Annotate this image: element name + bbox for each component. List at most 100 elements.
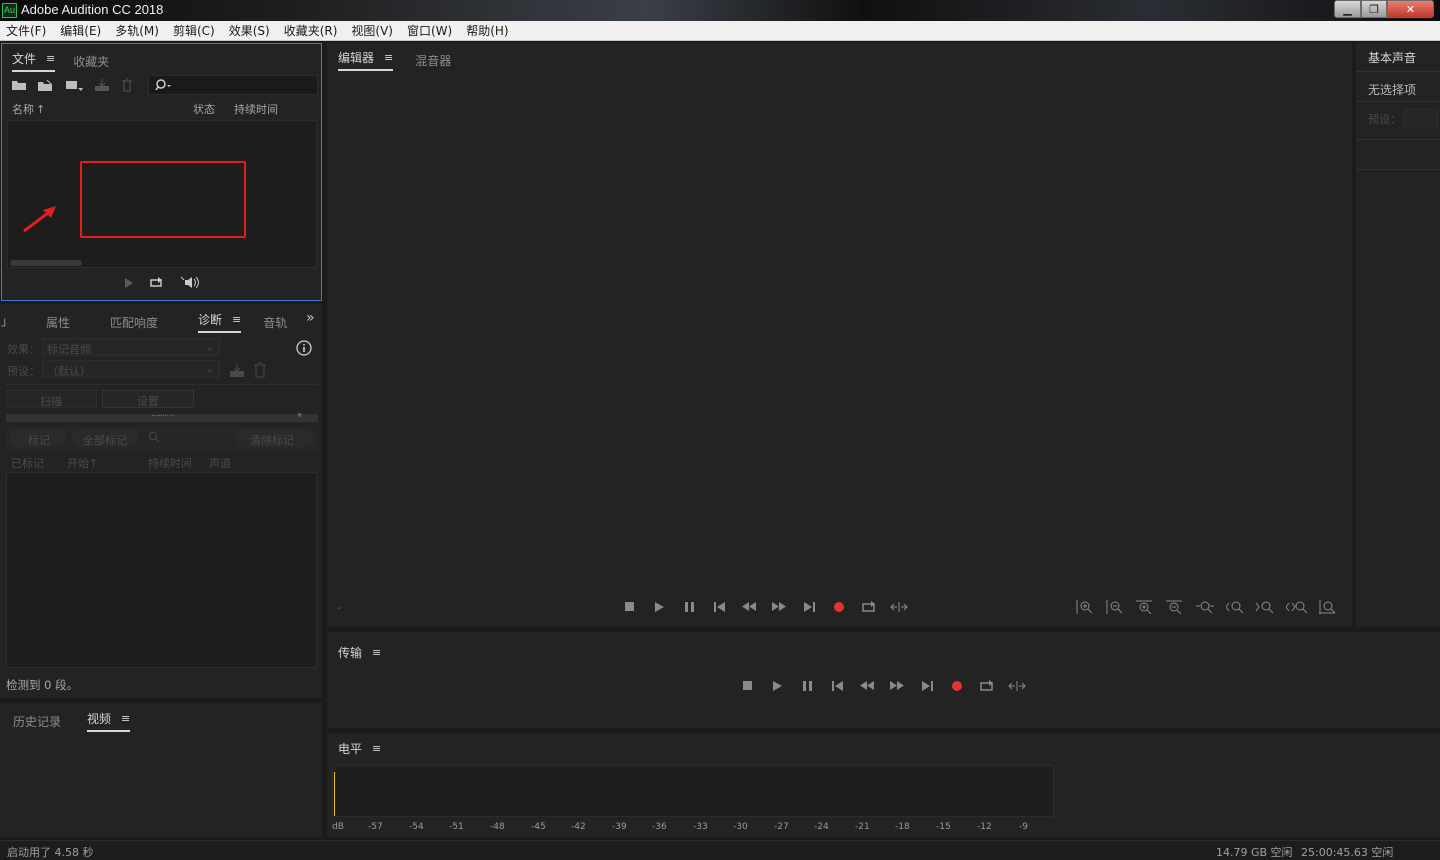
tab-editor[interactable]: 编辑器 ≡ xyxy=(338,49,394,71)
stop-icon[interactable] xyxy=(614,602,644,611)
column-start-header[interactable]: 开始↑ xyxy=(67,455,98,471)
pause-icon[interactable] xyxy=(674,601,704,612)
skip-selection-icon[interactable] xyxy=(1002,680,1032,691)
essential-sound-title[interactable]: 基本声音 xyxy=(1368,49,1416,66)
open-folder-icon[interactable] xyxy=(11,79,27,91)
zoom-in-time-icon[interactable] xyxy=(1136,600,1155,614)
editor-transport-controls xyxy=(614,601,914,612)
import-icon[interactable] xyxy=(37,79,55,92)
play-icon[interactable] xyxy=(762,680,792,691)
zoom-in-amplitude-icon[interactable] xyxy=(1076,600,1095,614)
scale-label: -12 xyxy=(977,822,992,832)
column-duration-header[interactable]: 持续时间 xyxy=(148,455,192,471)
tab-mixer[interactable]: 混音器 xyxy=(415,52,451,69)
skip-selection-icon[interactable] xyxy=(884,601,914,612)
clear-marks-button[interactable]: 清除标记 xyxy=(237,429,313,447)
scrollbar-horizontal[interactable] xyxy=(10,260,82,266)
tab-levels[interactable]: 电平 ≡ xyxy=(338,740,381,757)
column-duration-header[interactable]: 持续时间 xyxy=(234,101,278,117)
zoom-out-amplitude-icon[interactable] xyxy=(1106,600,1125,614)
mark-all-button[interactable]: 全部标记 xyxy=(72,429,138,447)
rewind-icon[interactable] xyxy=(852,681,882,690)
panel-menu-icon[interactable]: ≡ xyxy=(384,51,393,64)
tab-match-loudness[interactable]: 匹配响度 xyxy=(110,314,158,331)
close-button[interactable]: ✕ xyxy=(1387,0,1434,18)
zoom-to-marker-icon[interactable] xyxy=(148,431,160,443)
tab-diagnostics[interactable]: 诊断 ≡ xyxy=(198,311,242,333)
tab-favorites[interactable]: 收藏夹 xyxy=(73,53,109,70)
panel-more-icon[interactable]: » xyxy=(306,310,315,326)
panel-menu-icon[interactable]: ≡ xyxy=(372,646,381,659)
zoom-out-time-icon[interactable] xyxy=(1166,600,1185,614)
stop-icon[interactable] xyxy=(732,681,762,690)
info-icon[interactable] xyxy=(296,340,312,356)
zoom-out-full-icon[interactable] xyxy=(1196,600,1215,614)
essential-preset-select[interactable] xyxy=(1404,109,1438,127)
splitter-handle[interactable]: ▾ xyxy=(6,411,318,422)
panel-menu-icon[interactable]: ≡ xyxy=(372,742,381,755)
menu-edit[interactable]: 编辑(E) xyxy=(60,22,101,39)
settings-button[interactable]: 设置 xyxy=(102,390,194,408)
fast-forward-icon[interactable] xyxy=(882,681,912,690)
menu-clip[interactable]: 剪辑(C) xyxy=(173,22,215,39)
scale-label: -30 xyxy=(733,822,748,832)
mark-button[interactable]: 标记 xyxy=(10,429,66,447)
auto-play-volume-icon[interactable] xyxy=(180,276,202,289)
skip-to-end-icon[interactable] xyxy=(794,601,824,612)
zoom-reset-icon[interactable] xyxy=(1319,600,1338,614)
play-icon[interactable] xyxy=(124,277,134,288)
delete-icon[interactable] xyxy=(121,78,133,92)
tab-transport[interactable]: 传输 ≡ xyxy=(338,644,381,661)
menu-help[interactable]: 帮助(H) xyxy=(466,22,508,39)
fast-forward-icon[interactable] xyxy=(764,602,794,611)
diagnostics-results-list[interactable] xyxy=(6,472,317,668)
menu-file[interactable]: 文件(F) xyxy=(6,22,46,39)
record-icon[interactable] xyxy=(942,680,972,691)
preset-select[interactable]: （默认） ⌄ xyxy=(42,360,220,378)
menu-effects[interactable]: 效果(S) xyxy=(229,22,270,39)
title-bar: Au Adobe Audition CC 2018 ▁ ❐ ✕ xyxy=(0,0,1440,21)
tab-properties[interactable]: 属性 xyxy=(46,314,70,331)
column-channel-header[interactable]: 声道 xyxy=(209,455,231,471)
rewind-icon[interactable] xyxy=(734,602,764,611)
play-icon[interactable] xyxy=(644,601,674,612)
panel-menu-icon[interactable]: ≡ xyxy=(46,52,55,65)
save-preset-icon[interactable] xyxy=(228,362,246,378)
tab-files[interactable]: 文件 ≡ xyxy=(12,50,56,72)
menu-window[interactable]: 窗口(W) xyxy=(407,22,452,39)
loop-icon[interactable] xyxy=(972,680,1002,691)
new-file-icon[interactable] xyxy=(65,79,83,92)
menu-view[interactable]: 视图(V) xyxy=(351,22,393,39)
tab-tracks[interactable]: 音轨 xyxy=(263,314,287,331)
menu-multitrack[interactable]: 多轨(M) xyxy=(115,22,159,39)
zoom-out-playhead-icon[interactable] xyxy=(1286,600,1308,614)
panel-menu-icon[interactable]: ≡ xyxy=(121,712,130,725)
loop-icon[interactable] xyxy=(854,601,884,612)
column-marked-header[interactable]: 已标记 xyxy=(11,455,44,471)
zoom-selection-icon[interactable] xyxy=(1256,600,1275,614)
disk-free-text: 14.79 GB 空闲 xyxy=(1216,846,1293,859)
export-icon[interactable] xyxy=(93,78,111,92)
minimize-button[interactable]: ▁ xyxy=(1334,0,1361,18)
pause-icon[interactable] xyxy=(792,680,822,691)
column-name-header[interactable]: 名称 ↑ xyxy=(12,101,45,117)
loop-icon[interactable] xyxy=(150,277,164,288)
effect-select[interactable]: 标记音频 ⌄ xyxy=(42,338,220,356)
menu-favorites[interactable]: 收藏夹(R) xyxy=(284,22,338,39)
panel-menu-icon[interactable]: ≡ xyxy=(232,313,241,326)
skip-to-end-icon[interactable] xyxy=(912,680,942,691)
skip-to-start-icon[interactable] xyxy=(704,601,734,612)
scan-button[interactable]: 扫描 xyxy=(6,390,97,408)
record-icon[interactable] xyxy=(824,601,854,612)
files-search-input[interactable] xyxy=(148,75,318,95)
skip-to-start-icon[interactable] xyxy=(822,680,852,691)
files-toolbar xyxy=(11,78,133,92)
scale-label: -27 xyxy=(774,822,789,832)
maximize-button[interactable]: ❐ xyxy=(1361,0,1387,18)
tab-video[interactable]: 视频 ≡ xyxy=(87,710,131,732)
column-status-header[interactable]: 状态 xyxy=(193,101,215,117)
zoom-in-playhead-icon[interactable] xyxy=(1226,600,1245,614)
tab-history[interactable]: 历史记录 xyxy=(13,713,61,730)
delete-preset-icon[interactable] xyxy=(253,362,267,378)
separator xyxy=(6,384,318,385)
